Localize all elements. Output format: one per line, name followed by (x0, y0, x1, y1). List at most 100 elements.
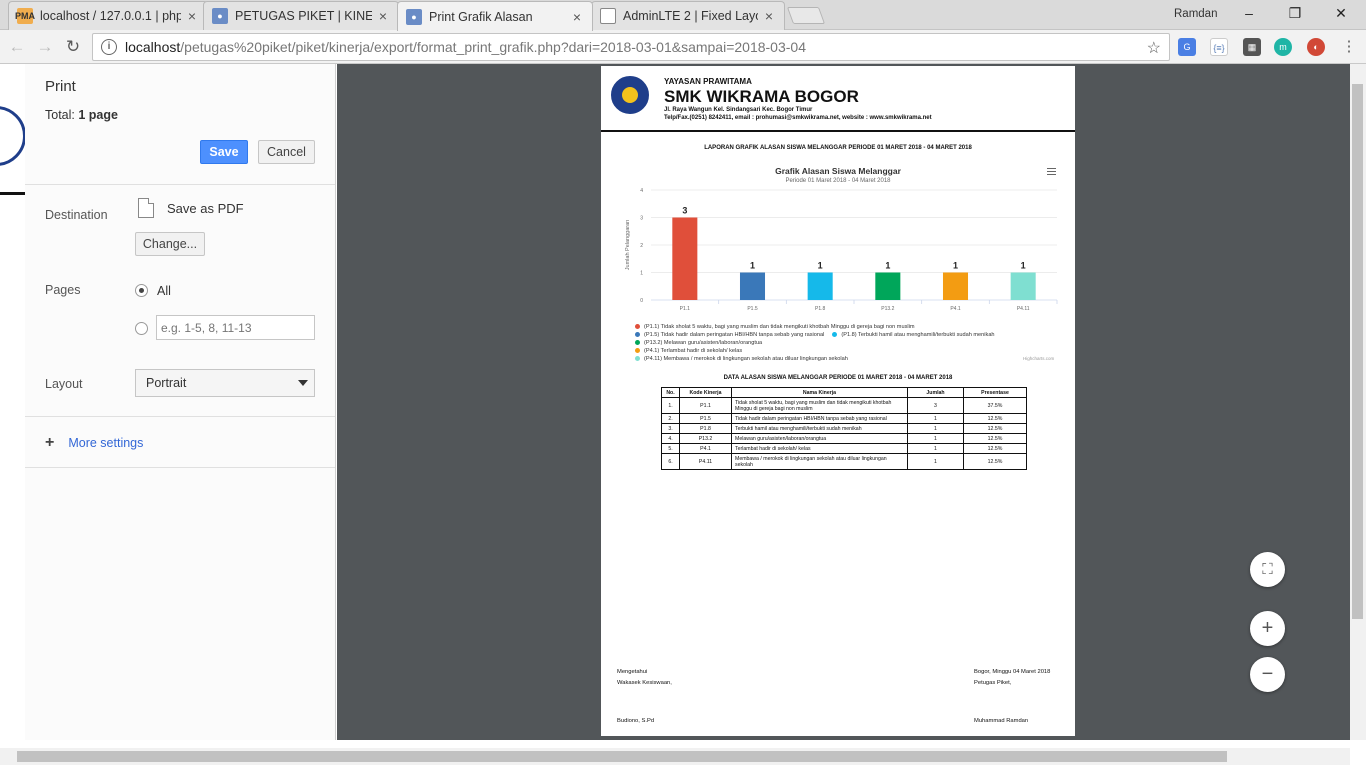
chart-menu-icon[interactable] (1047, 168, 1056, 175)
colorful-extension-icon[interactable]: ◐ (1307, 38, 1325, 56)
background-page (0, 64, 26, 740)
pma-icon: PMA (15, 8, 35, 24)
scrollbar-thumb[interactable] (1352, 84, 1363, 619)
legend-item[interactable]: (P1.5) Tidak hadir dalam peringatan HBI/… (635, 331, 824, 339)
table-cell-kode: P1.8 (679, 423, 732, 434)
url-host: localhost (125, 39, 181, 55)
data-label: 3 (682, 206, 687, 216)
tab-petugas-piket[interactable]: ● PETUGAS PIKET | KINERJA × (203, 1, 399, 30)
table-cell-nama: Tidak sholat 5 waktu, bagi yang muslim d… (731, 397, 908, 414)
table-title: DATA ALASAN SISWA MELANGGAR PERIODE 01 M… (723, 375, 953, 381)
address-bar[interactable]: i localhost/petugas%20piket/piket/kinerj… (92, 33, 1170, 61)
close-window-icon[interactable]: ✕ (1332, 4, 1350, 22)
sign-right-name: Muhammad Ramdan (974, 718, 1029, 724)
data-label: 1 (750, 261, 755, 271)
divider (25, 184, 335, 185)
zoom-in-icon[interactable]: + (1250, 611, 1285, 646)
profile-name[interactable]: Ramdan (1174, 8, 1217, 20)
column-header: Kode Kinerja (679, 387, 732, 398)
forward-arrow-icon[interactable]: → (34, 36, 56, 58)
legend-item[interactable]: (P4.1) Terlambat hadir di sekolah/ kelas (635, 347, 742, 355)
tab-phpmyadmin[interactable]: PMA localhost / 127.0.0.1 | php × (8, 1, 208, 30)
cancel-button[interactable]: Cancel (258, 140, 315, 164)
divider (25, 416, 335, 417)
table-row: 6. P4.11 Membawa / merokok di lingkungan s… (661, 453, 1027, 470)
json-extension-icon[interactable]: {≡} (1210, 38, 1228, 56)
chevron-down-icon (298, 380, 308, 386)
bar (1010, 272, 1036, 300)
y-tick-label: 3 (640, 216, 643, 222)
tab-label: localhost / 127.0.0.1 | php (40, 9, 181, 23)
close-icon[interactable]: × (185, 8, 199, 24)
legend-label: (P13.2) Melawan guru/asisten/laboran/ora… (644, 340, 763, 346)
tab-print-grafik[interactable]: ● Print Grafik Alasan × (397, 1, 593, 31)
bar (739, 272, 766, 300)
table-cell-persen: 12.5% (963, 433, 1027, 444)
layout-select[interactable]: Portrait (135, 369, 315, 397)
table-cell-nama: Membawa / merokok di lingkungan sekolah … (731, 453, 908, 470)
total-pages: Total: 1 page (45, 108, 118, 122)
tab-adminlte[interactable]: AdminLTE 2 | Fixed Layout × (591, 1, 785, 30)
translate-extension-icon[interactable]: G (1178, 38, 1196, 56)
horizontal-scrollbar[interactable] (0, 748, 1350, 765)
legend-item[interactable]: (P1.1) Tidak sholat 5 waktu, bagi yang m… (635, 323, 915, 331)
reload-icon[interactable]: ↻ (62, 36, 84, 58)
table-cell-no: 6. (661, 453, 680, 470)
x-tick-label: P1.8 (815, 306, 826, 312)
scrollbar-thumb[interactable] (17, 751, 1227, 762)
school-address: Jl. Raya Wangun Kel. Sindangsari Kec. Bo… (664, 107, 813, 113)
restore-icon[interactable]: ❐ (1286, 4, 1304, 22)
x-tick-label: P13.2 (881, 306, 894, 312)
sign-right-line1: Bogor, Minggu 04 Maret 2018 (974, 669, 1051, 675)
pages-all-label: All (157, 284, 171, 298)
chart-credit: Highcharts.com (1023, 356, 1055, 361)
more-settings-link[interactable]: + More settings (45, 434, 143, 452)
save-button[interactable]: Save (200, 140, 248, 164)
data-label: 1 (953, 261, 958, 271)
sign-right-line2: Petugas Piket, (974, 680, 1012, 686)
tab-label: AdminLTE 2 | Fixed Layout (623, 9, 758, 23)
fit-to-page-icon[interactable]: ⛶ (1250, 552, 1285, 587)
legend-item[interactable]: (P1.8) Terbukti hamil atau menghamili/te… (832, 331, 995, 339)
pages-all-radio[interactable] (135, 284, 148, 297)
legend-item[interactable]: (P4.11) Membawa / merokok di lingkungan … (635, 355, 848, 363)
school-name: SMK WIKRAMA BOGOR (664, 87, 859, 106)
divider (25, 467, 335, 468)
minimize-icon[interactable]: – (1240, 4, 1258, 22)
change-destination-button[interactable]: Change... (135, 232, 205, 256)
tab-bar: PMA localhost / 127.0.0.1 | php × ● PETU… (0, 0, 1366, 31)
table-cell-jumlah: 1 (907, 423, 964, 434)
vertical-scrollbar[interactable] (1350, 64, 1366, 740)
x-tick-label: P4.1 (950, 306, 961, 312)
legend-item[interactable]: (P13.2) Melawan guru/asisten/laboran/ora… (635, 339, 762, 347)
new-tab-button[interactable] (786, 7, 826, 24)
table-cell-kode: P4.11 (679, 453, 732, 470)
close-icon[interactable]: × (570, 9, 584, 25)
legend-dot-icon (635, 348, 640, 354)
y-tick-label: 4 (640, 188, 643, 194)
document-icon (138, 198, 154, 218)
qr-extension-icon[interactable]: ▦ (1243, 38, 1261, 56)
menu-dots-icon[interactable]: ⋮ (1338, 36, 1360, 58)
destination-label: Destination (45, 208, 108, 222)
table-cell-nama: Terlambat hadir di sekolah/ kelas (731, 443, 908, 454)
back-arrow-icon[interactable]: ← (6, 36, 28, 58)
page-range-input[interactable] (156, 315, 315, 340)
m-extension-icon[interactable]: m (1274, 38, 1292, 56)
legend-dot-icon (635, 324, 640, 330)
pages-custom-radio[interactable] (135, 322, 148, 335)
zoom-out-icon[interactable]: − (1250, 657, 1285, 692)
table-cell-nama: Tidak hadir dalam peringatan HBI/HBN tan… (731, 413, 908, 424)
table-cell-persen: 37.5% (963, 397, 1027, 414)
bookmark-star-icon[interactable]: ☆ (1147, 38, 1161, 58)
print-title: Print (45, 78, 76, 95)
table-cell-jumlah: 3 (907, 397, 964, 414)
table-row: 3. P1.8 Terbukti hamil atau menghamili/ter… (661, 423, 1027, 434)
browser-toolbar: ← → ↻ i localhost/petugas%20piket/piket/… (0, 30, 1366, 64)
data-table: No. Kode Kinerja Nama Kinerja Jumlah Pre… (661, 387, 1027, 470)
sign-left-line2: Wakasek Kesiswaan, (617, 680, 672, 686)
table-cell-persen: 12.5% (963, 413, 1027, 424)
close-icon[interactable]: × (762, 8, 776, 24)
info-icon[interactable]: i (101, 39, 117, 55)
close-icon[interactable]: × (376, 8, 390, 24)
